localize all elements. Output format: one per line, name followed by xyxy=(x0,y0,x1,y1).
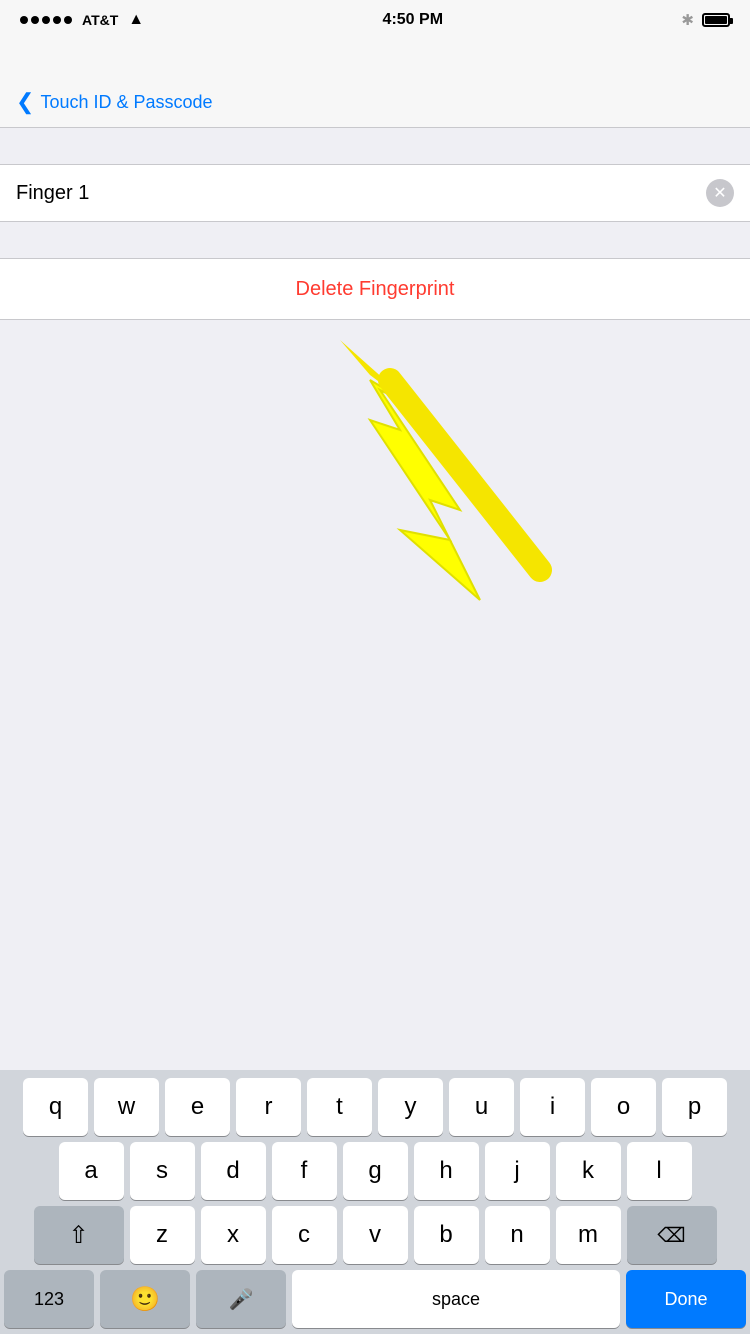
nav-bar: ❮ Touch ID & Passcode xyxy=(0,40,750,128)
key-v[interactable]: v xyxy=(343,1206,408,1264)
key-emoji[interactable]: 🙂 xyxy=(100,1270,190,1328)
key-n[interactable]: n xyxy=(485,1206,550,1264)
input-row: ✕ xyxy=(0,164,750,222)
bluetooth-icon: ✱ xyxy=(681,11,694,29)
keyboard-row-1: q w e r t y u i o p xyxy=(4,1078,746,1136)
key-q[interactable]: q xyxy=(23,1078,88,1136)
nav-title: Touch ID & Passcode xyxy=(40,92,212,113)
key-e[interactable]: e xyxy=(165,1078,230,1136)
key-c[interactable]: c xyxy=(272,1206,337,1264)
clear-input-button[interactable]: ✕ xyxy=(706,179,734,207)
keyboard: q w e r t y u i o p a s d f g h j k l ⇧ … xyxy=(0,1070,750,1334)
status-right: ✱ xyxy=(681,11,730,29)
key-g[interactable]: g xyxy=(343,1142,408,1200)
key-w[interactable]: w xyxy=(94,1078,159,1136)
key-z[interactable]: z xyxy=(130,1206,195,1264)
key-y[interactable]: y xyxy=(378,1078,443,1136)
key-shift[interactable]: ⇧ xyxy=(34,1206,124,1264)
signal-dot-4 xyxy=(53,16,61,24)
signal-dot-1 xyxy=(20,16,28,24)
content-area xyxy=(0,320,750,610)
battery-fill xyxy=(705,16,727,24)
key-o[interactable]: o xyxy=(591,1078,656,1136)
key-done[interactable]: Done xyxy=(626,1270,746,1328)
signal-dot-5 xyxy=(64,16,72,24)
key-p[interactable]: p xyxy=(662,1078,727,1136)
key-l[interactable]: l xyxy=(627,1142,692,1200)
delete-fingerprint-button[interactable]: Delete Fingerprint xyxy=(0,258,750,320)
key-i[interactable]: i xyxy=(520,1078,585,1136)
delete-fingerprint-label: Delete Fingerprint xyxy=(296,278,455,301)
signal-dot-3 xyxy=(42,16,50,24)
yellow-arrow-svg xyxy=(0,320,750,610)
key-u[interactable]: u xyxy=(449,1078,514,1136)
wifi-icon: ▲ xyxy=(128,11,144,29)
keyboard-row-2: a s d f g h j k l xyxy=(4,1142,746,1200)
keyboard-row-4: 123 🙂 🎤 space Done xyxy=(4,1270,746,1328)
key-a[interactable]: a xyxy=(59,1142,124,1200)
annotation-arrow xyxy=(0,320,750,610)
key-m[interactable]: m xyxy=(556,1206,621,1264)
key-s[interactable]: s xyxy=(130,1142,195,1200)
signal-dots xyxy=(20,16,72,24)
status-bar: AT&T ▲ 4:50 PM ✱ xyxy=(0,0,750,40)
key-numbers[interactable]: 123 xyxy=(4,1270,94,1328)
key-b[interactable]: b xyxy=(414,1206,479,1264)
key-f[interactable]: f xyxy=(272,1142,337,1200)
key-microphone[interactable]: 🎤 xyxy=(196,1270,286,1328)
signal-dot-2 xyxy=(31,16,39,24)
key-h[interactable]: h xyxy=(414,1142,479,1200)
back-button[interactable]: ❮ Touch ID & Passcode xyxy=(16,89,213,115)
key-r[interactable]: r xyxy=(236,1078,301,1136)
key-k[interactable]: k xyxy=(556,1142,621,1200)
key-j[interactable]: j xyxy=(485,1142,550,1200)
key-space[interactable]: space xyxy=(292,1270,620,1328)
mid-separator xyxy=(0,222,750,258)
key-t[interactable]: t xyxy=(307,1078,372,1136)
finger-name-input[interactable] xyxy=(16,182,706,205)
keyboard-row-3: ⇧ z x c v b n m ⌫ xyxy=(4,1206,746,1264)
chevron-left-icon: ❮ xyxy=(16,89,34,115)
key-d[interactable]: d xyxy=(201,1142,266,1200)
status-time: 4:50 PM xyxy=(383,11,443,29)
key-x[interactable]: x xyxy=(201,1206,266,1264)
status-left: AT&T ▲ xyxy=(20,11,144,29)
carrier-label: AT&T xyxy=(82,12,118,28)
top-separator xyxy=(0,128,750,164)
battery-icon xyxy=(702,13,730,27)
key-delete[interactable]: ⌫ xyxy=(627,1206,717,1264)
